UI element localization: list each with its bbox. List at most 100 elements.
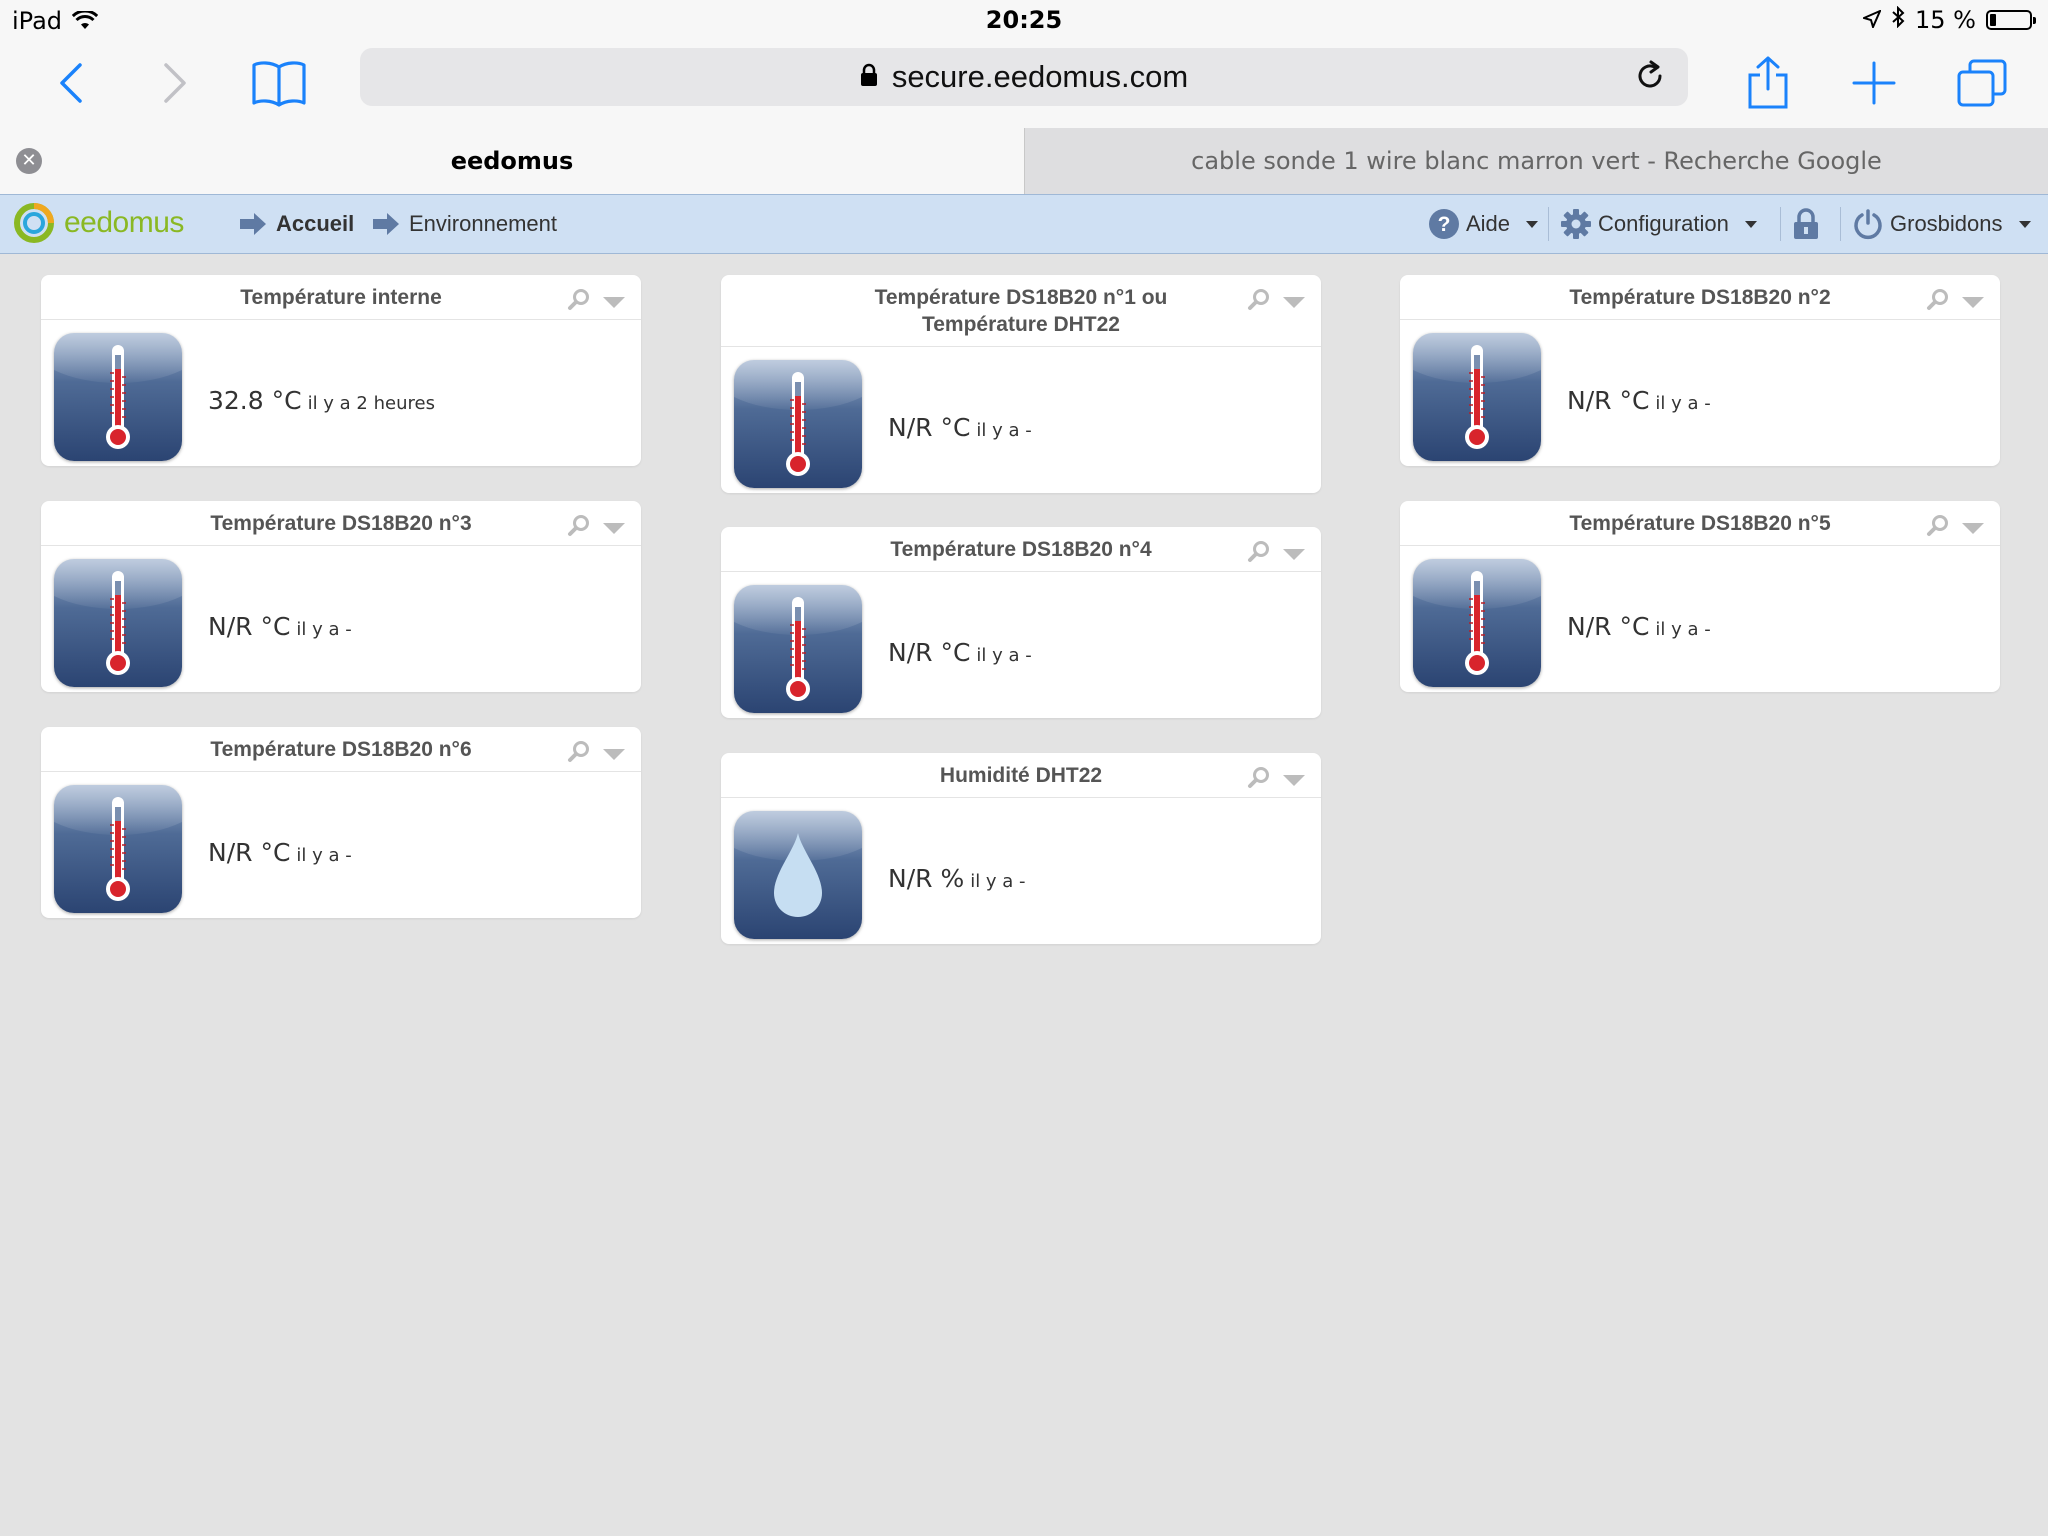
widget-body: N/R °C il y a - <box>1400 320 2000 466</box>
widget-value: N/R °C il y a - <box>888 638 1032 667</box>
widget-body: N/R °C il y a - <box>41 546 641 692</box>
battery-percent: 15 % <box>1915 6 1976 34</box>
value-text: N/R °C <box>1567 612 1650 641</box>
eedomus-logo[interactable]: eedomus <box>12 201 184 245</box>
help-icon: ? <box>1429 209 1459 239</box>
browser-toolbar: secure.eedomus.com <box>0 40 2048 128</box>
widget-body: N/R % il y a - <box>721 798 1321 944</box>
dropdown-arrow-icon[interactable] <box>603 749 625 760</box>
value-text: N/R % <box>888 864 965 893</box>
lock-button[interactable] <box>1792 205 1820 243</box>
widget-humidity-dht22: Humidité DHT22 N/R % il y a - <box>721 753 1321 944</box>
dropdown-arrow-icon[interactable] <box>1283 775 1305 786</box>
svg-text:?: ? <box>1438 213 1451 236</box>
widget-header: Température DS18B20 n°2 <box>1400 275 2000 320</box>
bluetooth-icon <box>1891 5 1905 34</box>
caret-down-icon <box>1744 220 1757 228</box>
arrow-right-icon <box>240 213 266 235</box>
chevron-left-icon <box>60 63 82 103</box>
widget-body: N/R °C il y a - <box>41 772 641 918</box>
app-header: eedomus Accueil Environnement ? Aide Con… <box>0 194 2048 254</box>
menu-divider <box>1780 207 1781 241</box>
status-right: 15 % <box>1861 5 2036 34</box>
water-drop-icon[interactable] <box>734 811 862 939</box>
thermometer-icon[interactable] <box>54 333 182 461</box>
widget-body: 32.8 °C il y a 2 heures <box>41 320 641 466</box>
search-icon[interactable] <box>567 287 591 318</box>
search-icon[interactable] <box>567 513 591 544</box>
breadcrumb-home[interactable]: Accueil <box>238 211 354 237</box>
user-menu[interactable]: Grosbidons <box>1852 205 2031 243</box>
search-icon[interactable] <box>1926 287 1950 318</box>
configuration-menu[interactable]: Configuration <box>1560 205 1757 243</box>
padlock-icon <box>1794 208 1818 239</box>
widget-ds18b20-1-dht22: Température DS18B20 n°1 ou Température D… <box>721 275 1321 493</box>
thermometer-icon[interactable] <box>734 360 862 488</box>
thermometer-icon[interactable] <box>734 585 862 713</box>
breadcrumb-label: Accueil <box>276 211 355 236</box>
widget-body: N/R °C il y a - <box>721 347 1321 493</box>
thermometer-icon[interactable] <box>1413 333 1541 461</box>
back-button[interactable] <box>36 50 106 116</box>
last-update-text: il y a - <box>976 645 1032 666</box>
search-icon[interactable] <box>1926 513 1950 544</box>
last-update-text: il y a - <box>1655 393 1711 414</box>
bookmarks-button[interactable] <box>244 50 314 116</box>
lock-icon <box>860 59 878 95</box>
widget-ds18b20-6: Température DS18B20 n°6 N/R °C il y a - <box>41 727 641 918</box>
tabs-icon <box>1957 59 2007 107</box>
address-bar[interactable]: secure.eedomus.com <box>360 48 1688 106</box>
breadcrumb-environment[interactable]: Environnement <box>371 211 557 237</box>
forward-button[interactable] <box>140 50 210 116</box>
widget-header: Température DS18B20 n°5 <box>1400 501 2000 546</box>
help-menu[interactable]: ? Aide <box>1428 205 1539 243</box>
help-label: Aide <box>1466 211 1511 236</box>
thermometer-icon[interactable] <box>1413 559 1541 687</box>
widget-ds18b20-4: Température DS18B20 n°4 N/R °C il y a - <box>721 527 1321 718</box>
dropdown-arrow-icon[interactable] <box>1283 549 1305 560</box>
chevron-right-icon <box>164 63 186 103</box>
gear-icon <box>1561 209 1591 239</box>
value-text: 32.8 °C <box>208 386 302 415</box>
widget-header: Température DS18B20 n°3 <box>41 501 641 546</box>
widget-title: Température DS18B20 n°3 <box>210 512 472 535</box>
tab-label: cable sonde 1 wire blanc marron vert - R… <box>1191 147 1882 175</box>
widget-header: Température interne <box>41 275 641 320</box>
new-tab-button[interactable] <box>1839 50 1909 116</box>
thermometer-icon[interactable] <box>54 559 182 687</box>
dropdown-arrow-icon[interactable] <box>603 297 625 308</box>
status-time: 20:25 <box>985 6 1063 34</box>
share-icon <box>1748 56 1788 109</box>
dropdown-arrow-icon[interactable] <box>1962 297 1984 308</box>
widget-value: 32.8 °C il y a 2 heures <box>208 386 435 415</box>
search-icon[interactable] <box>1247 765 1271 796</box>
dropdown-arrow-icon[interactable] <box>603 523 625 534</box>
thermometer-icon[interactable] <box>54 785 182 913</box>
widget-body: N/R °C il y a - <box>1400 546 2000 692</box>
search-icon[interactable] <box>1247 287 1271 318</box>
last-update-text: il y a - <box>296 845 352 866</box>
browser-tabs: ✕ eedomus cable sonde 1 wire blanc marro… <box>0 128 2048 194</box>
tab-google-search[interactable]: cable sonde 1 wire blanc marron vert - R… <box>1024 128 2048 194</box>
battery-icon <box>1986 10 2036 30</box>
widget-tools <box>1247 287 1305 318</box>
logo-ring-icon <box>14 203 54 243</box>
widget-title: Température interne <box>240 286 442 309</box>
share-button[interactable] <box>1733 50 1803 116</box>
last-update-text: il y a - <box>1655 619 1711 640</box>
tabs-overview-button[interactable] <box>1947 50 2017 116</box>
widget-internal-temperature: Température interne 32.8 °C il y a 2 heur… <box>41 275 641 466</box>
widget-value: N/R °C il y a - <box>1567 386 1711 415</box>
battery-fill <box>1990 14 1996 26</box>
widget-value: N/R °C il y a - <box>1567 612 1711 641</box>
tab-eedomus[interactable]: ✕ eedomus <box>0 128 1024 194</box>
close-tab-icon[interactable]: ✕ <box>16 148 42 174</box>
search-icon[interactable] <box>1247 539 1271 570</box>
book-icon <box>252 61 306 107</box>
search-icon[interactable] <box>567 739 591 770</box>
menu-divider <box>1840 207 1841 241</box>
dropdown-arrow-icon[interactable] <box>1283 297 1305 308</box>
dropdown-arrow-icon[interactable] <box>1962 523 1984 534</box>
value-text: N/R °C <box>888 413 971 442</box>
reload-icon[interactable] <box>1634 60 1666 100</box>
